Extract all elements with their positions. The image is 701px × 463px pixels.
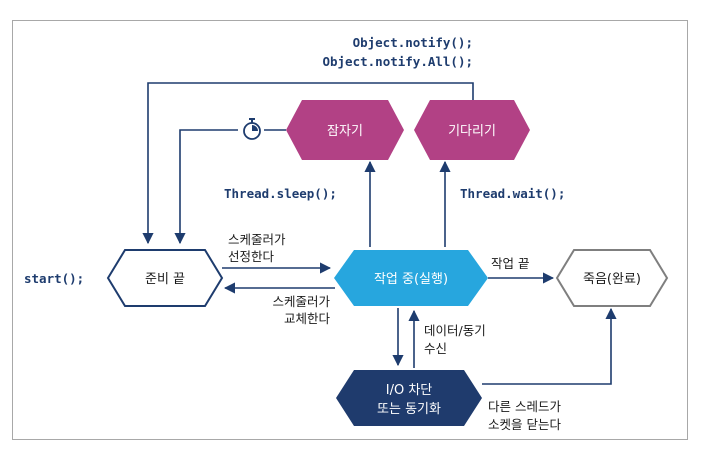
scheduler-select-label-line1: 스케줄러가: [228, 232, 286, 247]
sleeping-label: 잠자기: [327, 124, 363, 139]
socket-close-label-line2: 소켓을 닫는다: [488, 417, 561, 432]
work-done-label: 작업 끝: [491, 256, 529, 271]
data-sync-label-line1: 데이터/동기: [424, 323, 486, 338]
data-sync-label-line2: 수신: [424, 341, 447, 356]
dead-label: 죽음(완료): [583, 272, 641, 287]
scheduler-select-label-line2: 선정한다: [228, 249, 275, 264]
blocked-label-line2: 또는 동기화: [377, 402, 441, 417]
scheduler-swap-label-line1: 스케줄러가: [272, 294, 330, 309]
blocked-label-line1: I/O 차단: [386, 383, 433, 398]
socket-close-arrow: [482, 307, 617, 385]
scheduler-swap-label-line2: 교체한다: [284, 311, 331, 326]
ready-label: 준비 끝: [145, 272, 185, 287]
thread-state-diagram: 잠자기 기다리기 준비 끝 작업 중(실행) 죽음(완료) I/O 차단 또는 …: [0, 0, 701, 463]
running-label: 작업 중(실행): [374, 271, 448, 287]
wait-code: Thread.wait();: [460, 186, 565, 201]
notify-code: Object.notify();: [353, 35, 473, 50]
waiting-label: 기다리기: [448, 124, 496, 139]
socket-close-label-line1: 다른 스레드가: [488, 399, 561, 414]
blocked-node: [336, 370, 482, 426]
stopwatch-icon: [243, 118, 261, 140]
sleep-code: Thread.sleep();: [224, 186, 337, 201]
diagram-canvas: 잠자기 기다리기 준비 끝 작업 중(실행) 죽음(완료) I/O 차단 또는 …: [24, 35, 669, 432]
notify-all-code: Object.notify.All();: [322, 54, 473, 69]
start-code: start();: [24, 271, 84, 286]
